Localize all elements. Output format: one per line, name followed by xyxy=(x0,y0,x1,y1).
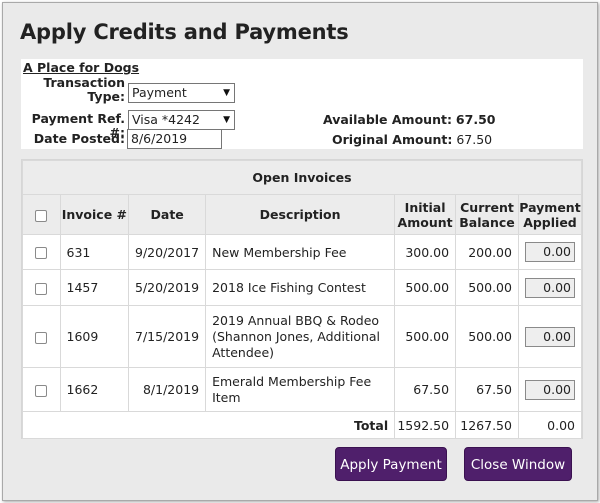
header-invoice: Invoice # xyxy=(59,194,130,235)
initial-amount: 67.50 xyxy=(394,367,457,412)
current-balance: 67.50 xyxy=(455,367,519,412)
row-checkbox[interactable] xyxy=(35,331,48,344)
invoice-description: 2019 Annual BBQ & Rodeo (Shannon Jones, … xyxy=(205,305,396,368)
payment-applied-input[interactable]: 0.00 xyxy=(524,242,575,262)
chevron-down-icon: ▼ xyxy=(223,88,230,98)
dialog-window: Apply Credits and Payments A Place for D… xyxy=(2,2,598,501)
total-label: Total xyxy=(21,411,396,439)
header-initial-amount: Initial Amount xyxy=(394,194,457,235)
table-row: 1609 7/15/2019 2019 Annual BBQ & Rodeo (… xyxy=(22,305,583,368)
open-invoices-panel: Open Invoices Invoice # Date Description… xyxy=(21,159,583,439)
header-date: Date xyxy=(128,194,207,235)
invoice-date: 8/1/2019 xyxy=(128,367,207,412)
total-current-balance: 1267.50 xyxy=(455,411,519,439)
organization-name: A Place for Dogs xyxy=(23,60,140,75)
payment-info-panel: A Place for Dogs Transaction Type: Payme… xyxy=(21,59,583,149)
select-all-checkbox[interactable] xyxy=(35,209,48,222)
invoice-number: 1662 xyxy=(59,367,130,412)
select-all-cell xyxy=(22,194,61,235)
transaction-type-select[interactable]: Payment ▼ xyxy=(128,83,235,103)
initial-amount: 500.00 xyxy=(394,269,457,306)
header-current-balance: Current Balance xyxy=(455,194,519,235)
original-amount: Original Amount: 67.50 xyxy=(332,132,492,147)
payment-ref-value: Visa *4242 xyxy=(132,112,200,127)
invoice-number: 1609 xyxy=(59,305,130,368)
invoice-date: 7/15/2019 xyxy=(128,305,207,368)
row-checkbox[interactable] xyxy=(35,282,48,295)
invoice-number: 631 xyxy=(59,234,130,270)
table-row: 1662 8/1/2019 Emerald Membership Fee Ite… xyxy=(22,367,583,412)
payment-applied-input[interactable]: 0.00 xyxy=(524,277,575,298)
available-amount-label: Available Amount: xyxy=(323,112,452,127)
close-window-button[interactable]: Close Window xyxy=(464,447,572,481)
row-checkbox[interactable] xyxy=(35,384,48,397)
current-balance: 500.00 xyxy=(455,305,519,368)
initial-amount: 500.00 xyxy=(394,305,457,368)
total-payment-applied: 0.00 xyxy=(517,411,583,439)
original-amount-label: Original Amount: xyxy=(332,132,453,147)
invoice-description: Emerald Membership Fee Item xyxy=(205,367,396,412)
table-row: 631 9/20/2017 New Membership Fee 300.00 … xyxy=(22,234,583,270)
total-row: Total 1592.50 1267.50 0.00 xyxy=(21,411,583,439)
open-invoices-caption: Open Invoices xyxy=(22,160,582,195)
header-payment-applied: Payment Applied xyxy=(517,194,583,235)
current-balance: 200.00 xyxy=(455,234,519,270)
initial-amount: 300.00 xyxy=(394,234,457,270)
payment-applied-input[interactable]: 0.00 xyxy=(524,326,575,347)
available-amount: Available Amount: 67.50 xyxy=(323,112,495,127)
invoice-number: 1457 xyxy=(59,269,130,306)
payment-applied-input[interactable]: 0.00 xyxy=(524,379,575,400)
table-row: 1457 5/20/2019 2018 Ice Fishing Contest … xyxy=(22,269,583,306)
dialog-title: Apply Credits and Payments xyxy=(20,20,349,44)
invoices-table: Open Invoices Invoice # Date Description… xyxy=(21,160,583,439)
date-posted-input[interactable]: 8/6/2019 xyxy=(127,129,222,149)
available-amount-value: 67.50 xyxy=(455,112,496,127)
transaction-type-value: Payment xyxy=(132,85,187,100)
date-posted-label: Date Posted: xyxy=(33,131,125,146)
row-checkbox[interactable] xyxy=(35,247,48,259)
table-header-row: Invoice # Date Description Initial Amount… xyxy=(22,194,583,235)
invoice-date: 5/20/2019 xyxy=(128,269,207,306)
invoice-description: New Membership Fee xyxy=(205,234,396,270)
transaction-type-label: Transaction Type: xyxy=(43,75,125,104)
invoice-date: 9/20/2017 xyxy=(128,234,207,270)
original-amount-value: 67.50 xyxy=(456,132,493,147)
chevron-down-icon: ▼ xyxy=(223,115,230,125)
payment-ref-select[interactable]: Visa *4242 ▼ xyxy=(128,110,235,130)
invoice-description: 2018 Ice Fishing Contest xyxy=(205,269,396,306)
apply-payment-button[interactable]: Apply Payment xyxy=(335,447,447,481)
total-initial-amount: 1592.50 xyxy=(394,411,457,439)
current-balance: 500.00 xyxy=(455,269,519,306)
header-description: Description xyxy=(205,194,396,235)
